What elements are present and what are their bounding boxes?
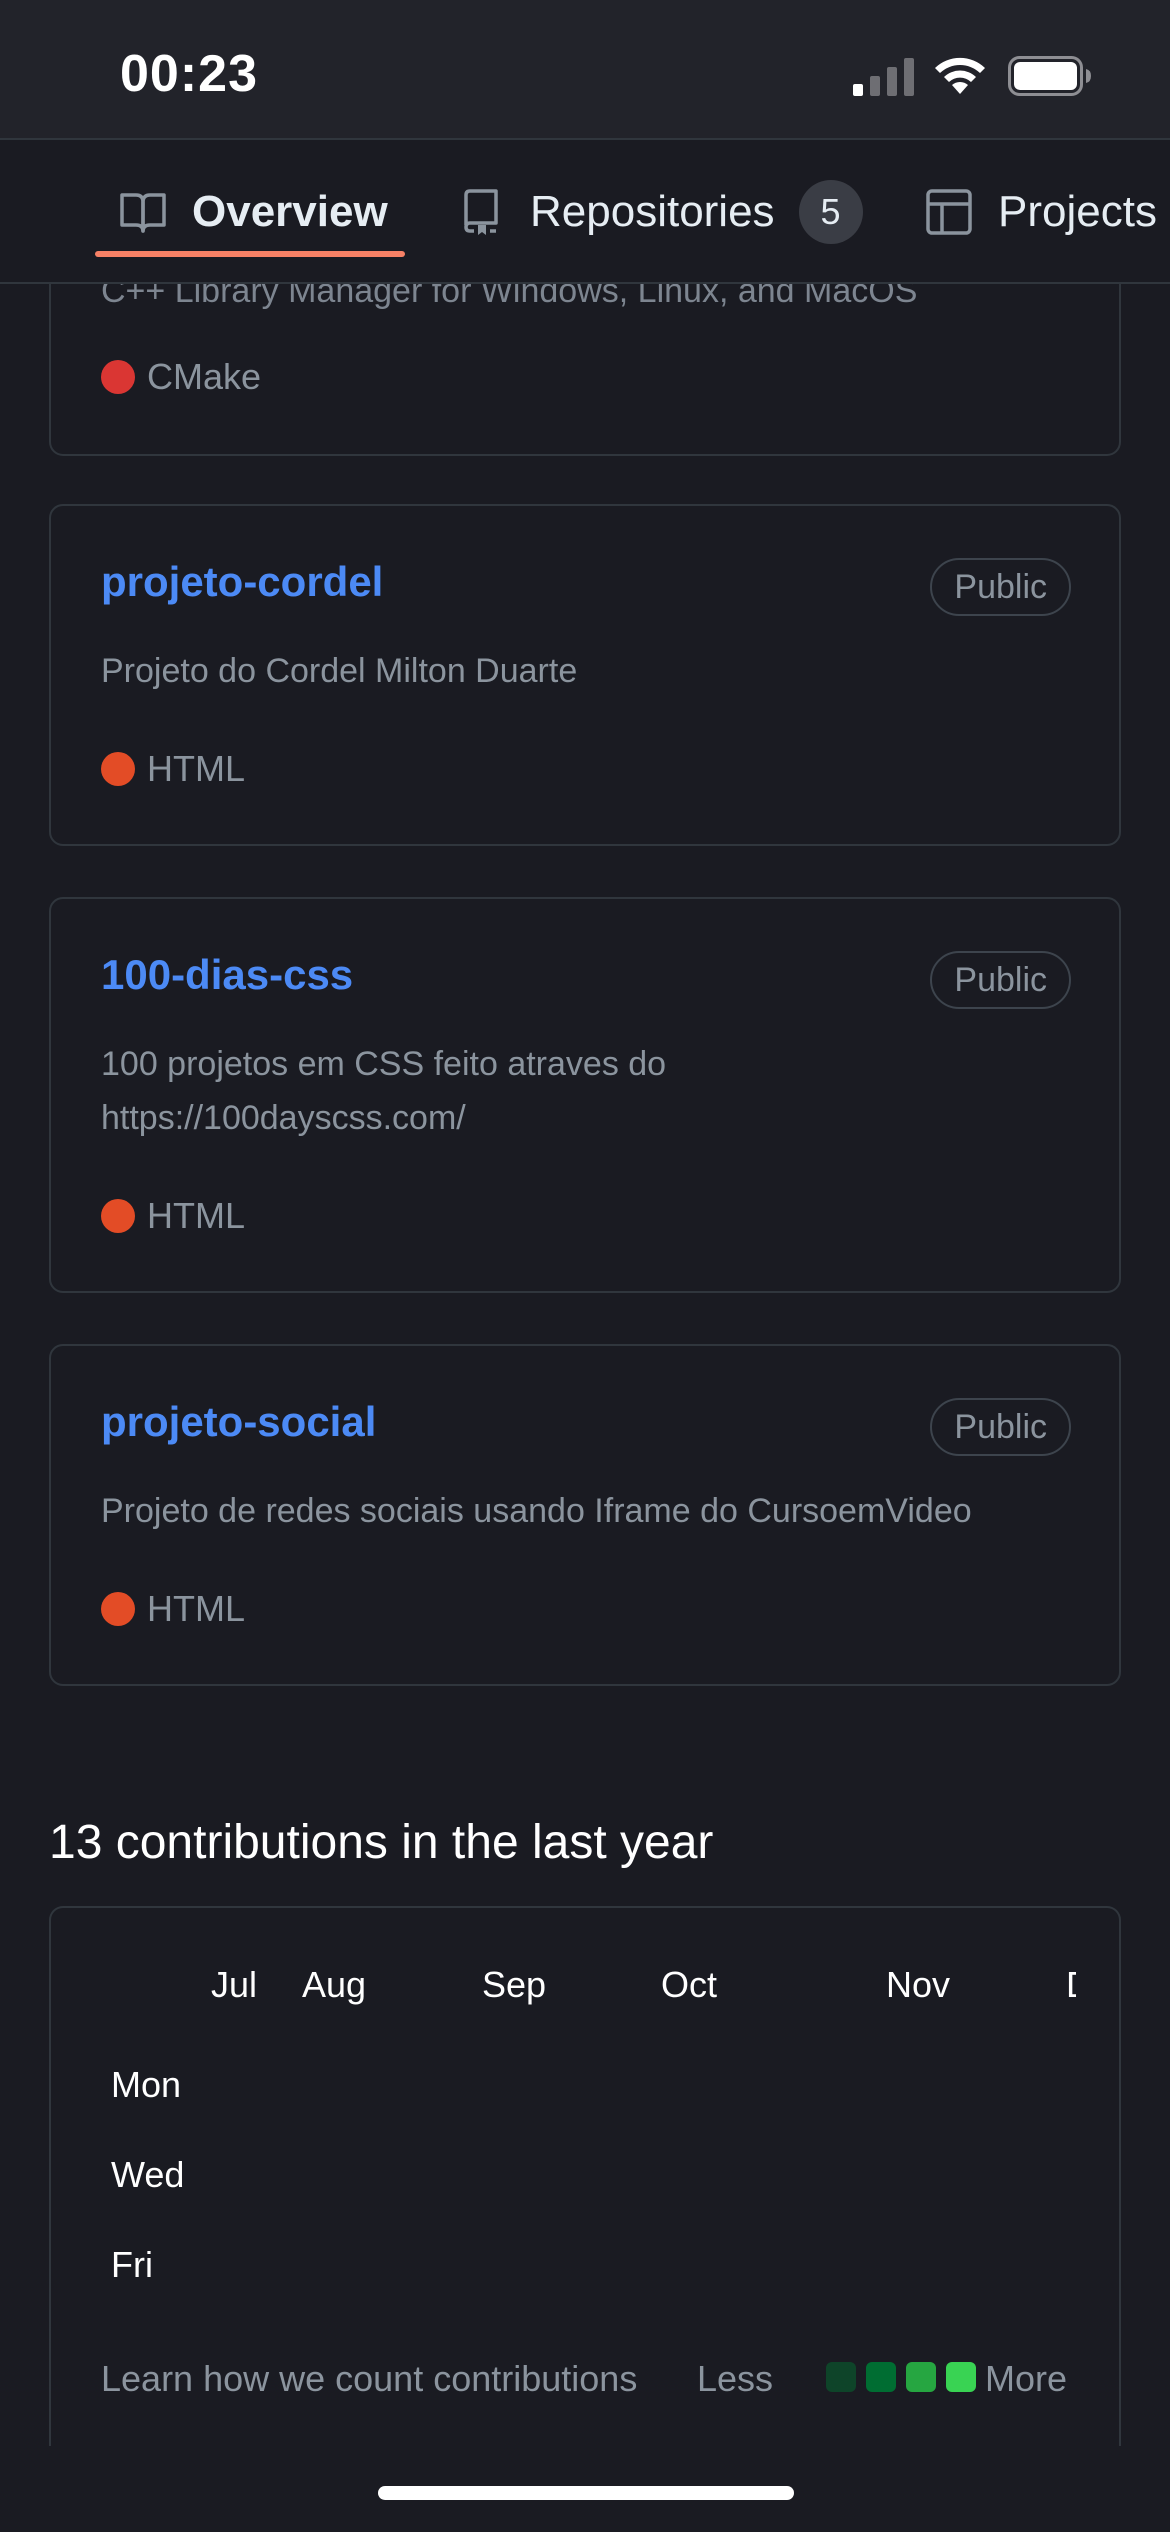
contributions-calendar: Jul Aug Sep Oct Nov D Mon Wed Fri Learn …: [49, 1906, 1121, 2446]
language-color-dot: [101, 752, 135, 786]
legend-level-1: [826, 2362, 856, 2392]
repo-card[interactable]: projeto-cordel Public Projeto do Cordel …: [49, 504, 1121, 846]
status-time: 00:23: [120, 45, 258, 103]
language-color-dot: [101, 360, 135, 394]
repo-card[interactable]: projeto-social Public Projeto de redes s…: [49, 1344, 1121, 1686]
weekday-label: Fri: [111, 2244, 153, 2285]
learn-contributions-link[interactable]: Learn how we count contributions: [101, 2358, 637, 2400]
cellular-signal-icon: [853, 58, 914, 96]
month-label: Sep: [482, 1964, 547, 2005]
repo-name-link[interactable]: projeto-cordel: [101, 558, 383, 606]
repo-language: HTML: [101, 1195, 245, 1237]
legend-more-label: More: [985, 2358, 1068, 2399]
visibility-badge: Public: [930, 558, 1071, 616]
repo-card[interactable]: 100-dias-css Public 100 projetos em CSS …: [49, 897, 1121, 1293]
repo-language: HTML: [101, 748, 245, 790]
repo-name-link[interactable]: 100-dias-css: [101, 951, 353, 999]
tab-repositories[interactable]: Repositories 5: [456, 140, 863, 284]
legend-level-2: [866, 2362, 896, 2392]
tab-projects[interactable]: Projects: [924, 140, 1157, 284]
tab-overview-label: Overview: [192, 187, 388, 236]
legend-level-4: [946, 2362, 976, 2392]
visibility-badge: Public: [930, 1398, 1071, 1456]
repo-language-label: HTML: [147, 1588, 245, 1629]
project-table-icon: [926, 189, 972, 235]
tab-overview[interactable]: Overview: [118, 140, 388, 284]
month-label: D: [1066, 1964, 1076, 2006]
contributions-title: 13 contributions in the last year: [49, 1816, 714, 1869]
weekday-label: Mon: [111, 2064, 182, 2105]
month-label: Oct: [661, 1964, 718, 2005]
home-indicator[interactable]: [378, 2486, 794, 2500]
status-bar: 00:23: [0, 0, 1170, 138]
visibility-badge: Public: [930, 951, 1071, 1009]
repo-language: HTML: [101, 1588, 245, 1630]
language-color-dot: [101, 1592, 135, 1626]
month-label: Nov: [886, 1964, 951, 2005]
repo-language: CMake: [101, 356, 261, 398]
repositories-count-badge: 5: [798, 180, 863, 244]
legend-level-3: [906, 2362, 936, 2392]
book-icon: [120, 193, 166, 233]
repo-card[interactable]: C++ Library Manager for Windows, Linux, …: [49, 284, 1121, 456]
wifi-icon: [935, 57, 985, 94]
profile-tab-bar: Overview Repositories 5 Projects: [0, 138, 1170, 284]
repo-description: C++ Library Manager for Windows, Linux, …: [101, 284, 918, 310]
repo-icon: [464, 189, 498, 235]
tab-projects-label: Projects: [998, 187, 1157, 236]
repo-name-link[interactable]: projeto-social: [101, 1398, 376, 1446]
repo-description: 100 projetos em CSS feito atraves do htt…: [101, 1045, 667, 1137]
repo-description: Projeto de redes sociais usando Iframe d…: [101, 1492, 972, 1530]
selected-tab-indicator: [95, 251, 405, 257]
repo-language-label: CMake: [147, 356, 262, 397]
repo-description: Projeto do Cordel Milton Duarte: [101, 652, 578, 690]
legend-less-label: Less: [697, 2358, 774, 2399]
repo-language-label: HTML: [147, 1195, 245, 1236]
month-label: Aug: [302, 1964, 367, 2005]
tab-repositories-label: Repositories: [530, 187, 775, 236]
battery-icon: [1008, 56, 1091, 96]
language-color-dot: [101, 1199, 135, 1233]
repo-language-label: HTML: [147, 748, 245, 789]
month-label: Jul: [211, 1964, 258, 2005]
weekday-label: Wed: [111, 2154, 185, 2195]
